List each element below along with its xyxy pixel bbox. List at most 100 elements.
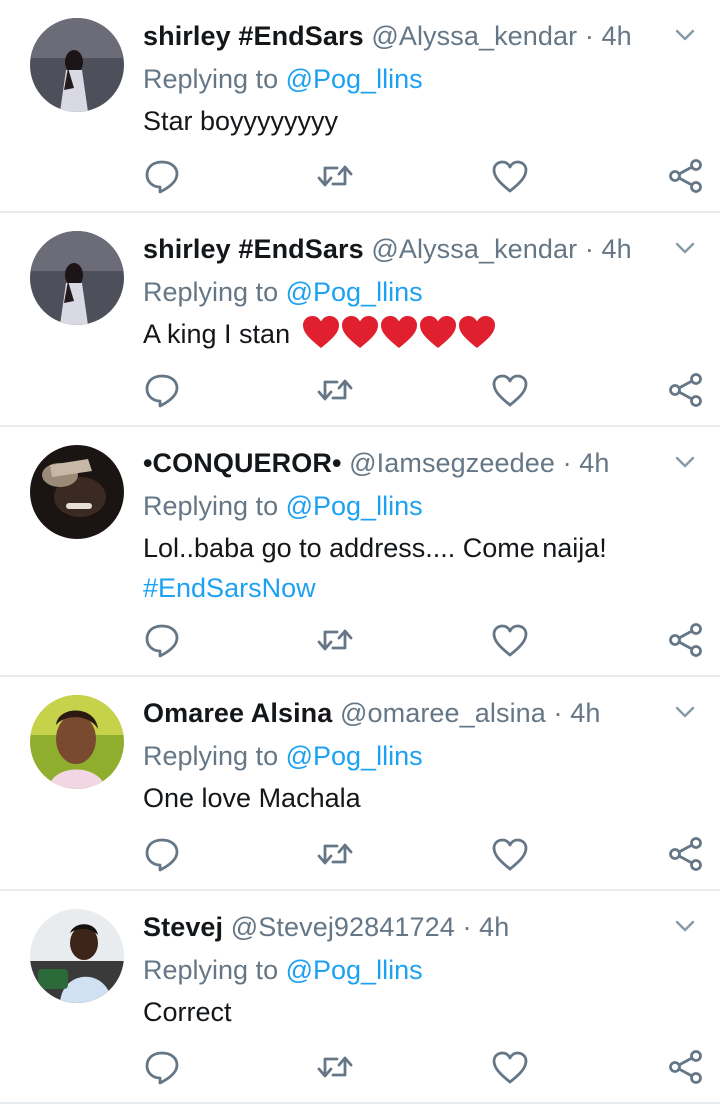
tweet-body: shirley #EndSars @Alyssa_kendar · 4h Rep… [143,227,683,360]
like-button[interactable] [490,156,530,196]
avatar[interactable] [30,445,124,539]
mention-link[interactable]: @Pog_llins [286,741,423,771]
avatar[interactable] [30,909,124,1003]
retweet-icon [317,379,353,401]
reply-button[interactable] [142,370,182,410]
retweet-button[interactable] [315,620,355,660]
tweet[interactable]: Omaree Alsina @omaree_alsina · 4h Replyi… [0,677,720,891]
tweet-actions [0,1047,720,1087]
separator: · [553,698,563,728]
mention-link[interactable]: @Pog_llins [286,277,423,307]
replying-to-label: Replying to [143,741,279,771]
chevron-down-icon[interactable] [672,913,698,939]
share-icon [669,623,702,657]
heart-icon [492,374,528,407]
timestamp[interactable]: 4h [602,21,632,51]
like-button[interactable] [490,620,530,660]
red-heart-emoji-icon [419,316,456,348]
tweet-text: Correct [143,997,232,1027]
replying-to: Replying to @Pog_llins [143,949,683,991]
retweet-icon [317,165,353,187]
speech-bubble-icon [145,160,179,194]
display-name[interactable]: •CONQUEROR• [143,448,342,478]
speech-bubble-icon [145,624,179,658]
timestamp[interactable]: 4h [479,912,509,942]
mention-link[interactable]: @Pog_llins [286,64,423,94]
tweet[interactable]: shirley #EndSars @Alyssa_kendar · 4h Rep… [0,213,720,427]
mention-link[interactable]: @Pog_llins [286,955,423,985]
speech-bubble-icon [145,838,179,872]
chevron-down-icon[interactable] [672,22,698,48]
user-handle[interactable]: @Alyssa_kendar [371,234,577,264]
tweet-body: •CONQUEROR• @Iamsegzeedee · 4h Replying … [143,441,683,608]
tweet-actions [0,620,720,660]
retweet-icon [317,1056,353,1078]
tweet[interactable]: Stevej @Stevej92841724 · 4h Replying to … [0,891,720,1104]
share-button[interactable] [666,620,706,660]
red-heart-emoji-icon [458,316,495,348]
tweet-body: Stevej @Stevej92841724 · 4h Replying to … [143,905,683,1032]
heart-icon [492,838,528,871]
tweet[interactable]: shirley #EndSars @Alyssa_kendar · 4h Rep… [0,0,720,213]
replying-to: Replying to @Pog_llins [143,485,683,527]
tweet-text: Star boyyyyyyyy [143,106,339,136]
reply-button[interactable] [142,156,182,196]
tweet-body: Omaree Alsina @omaree_alsina · 4h Replyi… [143,691,683,818]
timestamp[interactable]: 4h [579,448,609,478]
separator: · [462,912,472,942]
avatar[interactable] [30,18,124,112]
user-handle[interactable]: @Alyssa_kendar [371,21,577,51]
tweet-header: shirley #EndSars @Alyssa_kendar · 4h [143,14,683,58]
retweet-button[interactable] [315,156,355,196]
timestamp[interactable]: 4h [602,234,632,264]
chevron-down-icon[interactable] [672,235,698,261]
share-button[interactable] [666,834,706,874]
reply-button[interactable] [142,620,182,660]
separator: · [584,21,594,51]
avatar[interactable] [30,695,124,789]
heart-icon [492,1051,528,1084]
tweet-header: Omaree Alsina @omaree_alsina · 4h [143,691,683,735]
like-button[interactable] [490,1047,530,1087]
tweet-actions [0,834,720,874]
tweet-header: shirley #EndSars @Alyssa_kendar · 4h [143,227,683,271]
heart-icon [492,160,528,193]
timestamp[interactable]: 4h [570,698,600,728]
reply-button[interactable] [142,834,182,874]
like-button[interactable] [490,370,530,410]
display-name[interactable]: shirley #EndSars [143,234,364,264]
tweet[interactable]: •CONQUEROR• @Iamsegzeedee · 4h Replying … [0,427,720,677]
user-handle[interactable]: @Stevej92841724 [231,912,455,942]
share-button[interactable] [666,1047,706,1087]
tweet-text: A king I stan [143,314,683,360]
avatar[interactable] [30,231,124,325]
retweet-icon [317,629,353,651]
like-button[interactable] [490,834,530,874]
heart-icon [492,624,528,657]
share-button[interactable] [666,156,706,196]
display-name[interactable]: shirley #EndSars [143,21,364,51]
tweet-text: Lol..baba go to address.... Come naija! … [143,528,683,608]
share-button[interactable] [666,370,706,410]
retweet-icon [317,843,353,865]
separator: · [584,234,594,264]
tweet-header: Stevej @Stevej92841724 · 4h [143,905,683,949]
emoji-row [302,315,497,360]
display-name[interactable]: Stevej [143,912,223,942]
retweet-button[interactable] [315,834,355,874]
reply-button[interactable] [142,1047,182,1087]
user-handle[interactable]: @omaree_alsina [340,698,546,728]
hashtag-link[interactable]: #EndSarsNow [143,568,683,608]
tweet-text: One love Machala [143,783,361,813]
mention-link[interactable]: @Pog_llins [286,491,423,521]
display-name[interactable]: Omaree Alsina [143,698,332,728]
tweet-actions [0,156,720,196]
retweet-button[interactable] [315,1047,355,1087]
user-handle[interactable]: @Iamsegzeedee [349,448,555,478]
share-icon [669,373,702,407]
chevron-down-icon[interactable] [672,699,698,725]
chevron-down-icon[interactable] [672,449,698,475]
separator: · [562,448,572,478]
retweet-button[interactable] [315,370,355,410]
speech-bubble-icon [145,1051,179,1085]
